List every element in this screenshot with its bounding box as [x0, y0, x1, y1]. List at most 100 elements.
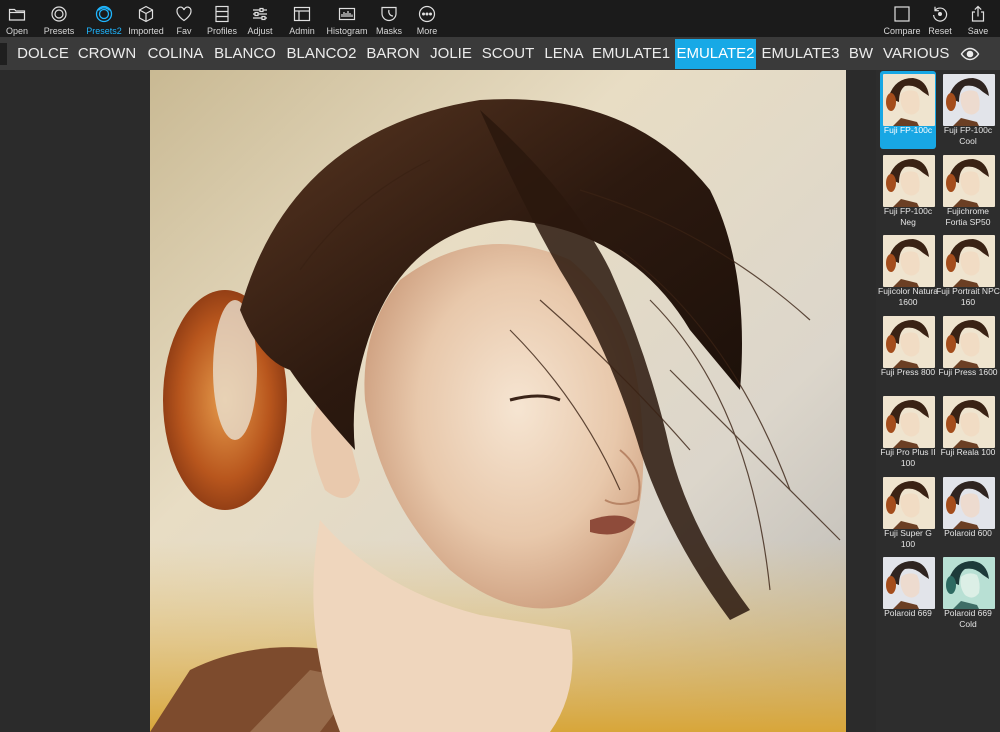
preset-thumb-fuji-reala-100[interactable]: Fuji Reala 100 — [940, 393, 996, 471]
preset-thumb-fujichrome-fortia-sp50[interactable]: Fujichrome Fortia SP50 — [940, 152, 996, 230]
cube-icon — [138, 5, 154, 23]
more-button[interactable]: More — [412, 0, 442, 37]
category-crown[interactable]: CROWN — [76, 39, 138, 69]
preset-name: Fuji FP-100c Neg — [883, 205, 933, 227]
preset-name: Polaroid 600 — [944, 527, 992, 538]
profiles-label: Profiles — [206, 26, 237, 36]
preset-thumb-fuji-press-800[interactable]: Fuji Press 800 — [880, 313, 936, 391]
category-baron[interactable]: BARON — [364, 39, 422, 69]
save-button[interactable]: Save — [964, 0, 992, 37]
app-window: Open Presets Presets2 Imported Fav Profi… — [0, 0, 1000, 732]
folder-icon — [8, 8, 26, 21]
preset-name: Fuji Portrait NPC 160 — [936, 286, 1000, 307]
preset-preview-image — [883, 235, 935, 287]
open-button[interactable]: Open — [3, 0, 31, 37]
category-emulate3[interactable]: EMULATE3 — [761, 39, 840, 69]
presets2-button[interactable]: Presets2 — [84, 0, 124, 37]
preset-preview-image — [883, 154, 935, 207]
category-blanco[interactable]: BLANCO — [212, 39, 278, 69]
portrait-photo — [150, 70, 846, 732]
fav-label: Fav — [176, 26, 192, 36]
preset-thumb-fuji-pro-plus-ii-100[interactable]: Fuji Pro Plus II 100 — [880, 393, 936, 471]
preset-preview-image — [943, 315, 995, 368]
category-bw[interactable]: BW — [846, 39, 876, 69]
preset-preview-image — [943, 74, 995, 126]
compare-button[interactable]: Compare — [881, 0, 923, 37]
preset-preview-image — [883, 315, 935, 368]
category-colina[interactable]: COLINA — [145, 39, 206, 69]
preset-preview-image — [943, 154, 995, 207]
preset-preview-image — [943, 557, 995, 609]
category-emulate1[interactable]: EMULATE1 — [592, 39, 670, 69]
presets-button[interactable]: Presets — [41, 0, 77, 37]
mask-icon — [381, 6, 397, 22]
photo-preview[interactable] — [150, 70, 846, 732]
compare-icon — [894, 6, 910, 22]
preset-thumb-polaroid-669[interactable]: Polaroid 669 — [880, 554, 936, 632]
category-emulate2[interactable]: EMULATE2 — [675, 39, 756, 69]
save-label: Save — [967, 26, 989, 36]
masks-button[interactable]: Masks — [374, 0, 404, 37]
histogram-icon — [338, 7, 356, 21]
preset-thumb-fuji-portrait-npc-160[interactable]: Fuji Portrait NPC 160 — [936, 232, 1000, 310]
preset-preview-image — [943, 235, 995, 287]
profiles-button[interactable]: Profiles — [205, 0, 239, 37]
preset-thumb-fuji-fp-100c[interactable]: Fuji FP-100c — [880, 71, 936, 149]
profiles-icon — [215, 5, 229, 23]
preset-name: Fuji Press 800 — [880, 366, 936, 377]
admin-icon — [293, 6, 311, 22]
reset-button[interactable]: Reset — [926, 0, 954, 37]
more-label: More — [416, 26, 438, 36]
preset-name: Fuji Pro Plus II 100 — [880, 447, 936, 468]
histogram-label: Histogram — [326, 26, 368, 36]
imported-label: Imported — [128, 26, 164, 36]
presets-label: Presets — [43, 26, 75, 36]
preset-thumb-polaroid-600[interactable]: Polaroid 600 — [940, 474, 996, 552]
preset-thumb-fujicolor-natura-1600[interactable]: Fujicolor Natura 1600 — [878, 232, 938, 310]
share-icon — [971, 5, 985, 22]
admin-label: Admin — [289, 26, 315, 36]
preset-preview-image — [883, 396, 935, 448]
preset-thumb-fuji-super-g-100[interactable]: Fuji Super G 100 — [880, 474, 936, 552]
scroll-edge-indicator — [0, 43, 7, 65]
more-icon — [418, 5, 436, 23]
reset-icon — [933, 6, 948, 22]
masks-label: Masks — [375, 26, 402, 36]
fav-button[interactable]: Fav — [172, 0, 196, 37]
eye-icon[interactable] — [960, 44, 980, 64]
adjust-button[interactable]: Adjust — [245, 0, 275, 37]
preset-thumb-fuji-press-1600[interactable]: Fuji Press 1600 — [938, 313, 998, 391]
preset-preview-image — [883, 74, 935, 126]
preset-preview-image — [883, 557, 935, 609]
category-scout[interactable]: SCOUT — [480, 39, 536, 69]
preset-name: Fuji Super G 100 — [884, 527, 932, 549]
category-blanco2[interactable]: BLANCO2 — [284, 39, 359, 69]
preset-name: Fuji FP-100c Cool — [943, 125, 993, 146]
imported-button[interactable]: Imported — [126, 0, 166, 37]
preset-name: Fuji Reala 100 — [940, 447, 996, 457]
sliders-icon — [253, 7, 267, 21]
open-label: Open — [5, 26, 29, 36]
preset-thumb-fuji-fp-100c-cool[interactable]: Fuji FP-100c Cool — [940, 71, 996, 149]
preset-preview-image — [943, 476, 995, 529]
preset-name: Polaroid 669 — [884, 608, 932, 618]
preset-thumb-polaroid-669-cold[interactable]: Polaroid 669 Cold — [940, 554, 996, 632]
category-dolce[interactable]: DOLCE — [13, 39, 73, 69]
preset-thumb-fuji-fp-100c-neg[interactable]: Fuji FP-100c Neg — [880, 152, 936, 230]
preset-preview-image — [883, 476, 935, 529]
category-lena[interactable]: LENA — [542, 39, 586, 69]
histogram-button[interactable]: Histogram — [324, 0, 370, 37]
adjust-label: Adjust — [247, 26, 273, 36]
preset-name: Fuji FP-100c — [883, 125, 933, 135]
admin-button[interactable]: Admin — [286, 0, 318, 37]
preset-name: Fujicolor Natura 1600 — [878, 286, 938, 307]
preset-category-bar: DOLCE CROWN COLINA BLANCO BLANCO2 BARON … — [0, 37, 1000, 70]
preset-preview-image — [943, 396, 995, 448]
preset-name: Polaroid 669 Cold — [944, 608, 992, 629]
category-various[interactable]: VARIOUS — [883, 39, 949, 69]
heart-icon — [176, 6, 192, 22]
preset-name: Fuji Press 1600 — [938, 366, 998, 377]
category-jolie[interactable]: JOLIE — [428, 39, 474, 69]
presets2-icon — [95, 5, 113, 23]
top-toolbar: Open Presets Presets2 Imported Fav Profi… — [0, 0, 1000, 37]
